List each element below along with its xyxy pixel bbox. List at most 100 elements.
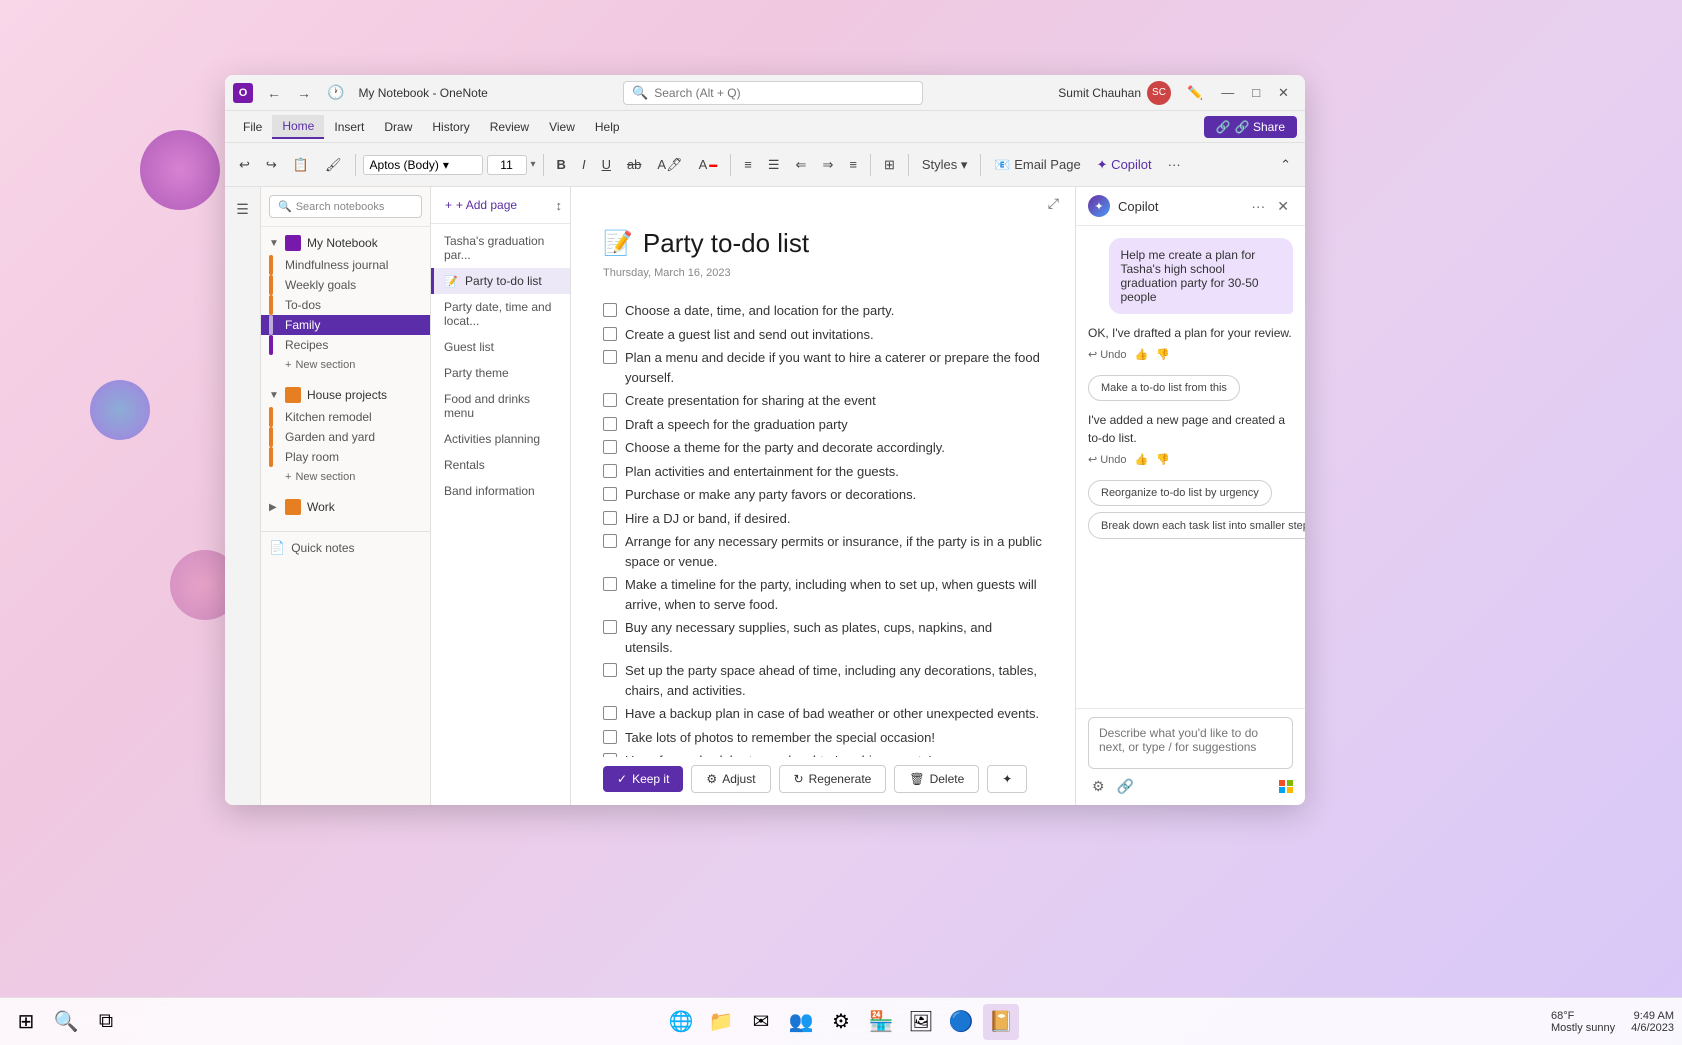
copilot-input[interactable] xyxy=(1088,717,1293,769)
taskbar-edge-icon[interactable]: 🌐 xyxy=(663,1004,699,1040)
underline-button[interactable]: U xyxy=(596,153,617,176)
todo-checkbox[interactable] xyxy=(603,620,617,634)
section-todos[interactable]: To-dos xyxy=(261,295,430,315)
minimize-button[interactable]: — xyxy=(1213,81,1242,104)
menu-home[interactable]: Home xyxy=(272,115,324,139)
copilot-close-button[interactable]: ✕ xyxy=(1273,196,1293,217)
todo-checkbox[interactable] xyxy=(603,487,617,501)
collapse-icon[interactable]: ⌃ xyxy=(1274,153,1297,177)
sparkle-button[interactable]: ✦ xyxy=(987,765,1027,793)
keep-button[interactable]: ✓ Keep it xyxy=(603,766,683,792)
thumbs-down-button-2[interactable]: 👎 xyxy=(1156,453,1170,466)
indent-button[interactable]: ⇒ xyxy=(816,153,839,177)
todo-checkbox[interactable] xyxy=(603,511,617,525)
todo-checkbox[interactable] xyxy=(603,303,617,317)
bullets-button[interactable]: ≡ xyxy=(738,153,758,176)
email-page-button[interactable]: 📧 Email Page xyxy=(988,153,1086,177)
todo-checkbox[interactable] xyxy=(603,534,617,548)
notebook-header-house[interactable]: ▼ House projects xyxy=(261,383,430,407)
taskbar-settings-icon[interactable]: ⚙ xyxy=(823,1004,859,1040)
font-color-button[interactable]: A▬ xyxy=(693,153,724,176)
font-size[interactable]: 11 xyxy=(487,155,527,175)
todo-checkbox[interactable] xyxy=(603,706,617,720)
taskbar-chrome-icon[interactable]: 🔵 xyxy=(943,1004,979,1040)
taskbar-mail-icon[interactable]: ✉ xyxy=(743,1004,779,1040)
todo-checkbox[interactable] xyxy=(603,327,617,341)
add-page-button[interactable]: + + Add page xyxy=(439,195,523,215)
todo-checkbox[interactable] xyxy=(603,417,617,431)
notebook-header-work[interactable]: ▶ Work xyxy=(261,495,430,519)
format-painter-button[interactable]: 🖌 xyxy=(319,153,348,177)
undo-button[interactable]: ↩ xyxy=(233,153,256,177)
todo-checkbox[interactable] xyxy=(603,393,617,407)
notebooks-search-box[interactable]: 🔍 Search notebooks xyxy=(269,195,422,218)
page-entry-todo[interactable]: 📝 Party to-do list xyxy=(431,268,570,294)
note-content[interactable]: Choose a date, time, and location for th… xyxy=(571,291,1075,757)
reorganize-button[interactable]: Reorganize to-do list by urgency xyxy=(1088,480,1272,506)
section-family[interactable]: Family xyxy=(261,315,430,335)
outdent-button[interactable]: ⇐ xyxy=(790,153,813,177)
attach-button[interactable]: 🔗 xyxy=(1113,776,1138,797)
taskbar-onenote-icon[interactable]: 📔 xyxy=(983,1004,1019,1040)
section-weekly-goals[interactable]: Weekly goals xyxy=(261,275,430,295)
numbered-button[interactable]: ☰ xyxy=(762,153,786,177)
page-entry-activities[interactable]: Activities planning xyxy=(431,426,570,452)
pen-button[interactable]: ✏️ xyxy=(1179,81,1211,105)
page-entry-rentals[interactable]: Rentals xyxy=(431,452,570,478)
taskbar-photos-icon[interactable]: 🖼 xyxy=(903,1004,939,1040)
strikethrough-button[interactable]: ab xyxy=(621,153,647,176)
todo-checkbox[interactable] xyxy=(603,440,617,454)
share-button[interactable]: 🔗 🔗 Share xyxy=(1204,116,1297,138)
menu-help[interactable]: Help xyxy=(585,116,630,138)
undo-button-1[interactable]: ↩ Undo xyxy=(1088,348,1127,361)
page-entry-tasha[interactable]: Tasha's graduation par... xyxy=(431,228,570,268)
collapse-button[interactable]: ⌃ xyxy=(1274,153,1297,177)
menu-view[interactable]: View xyxy=(539,116,585,138)
menu-review[interactable]: Review xyxy=(480,116,539,138)
close-button[interactable]: ✕ xyxy=(1270,81,1297,105)
thumbs-down-button-1[interactable]: 👎 xyxy=(1156,348,1170,361)
menu-insert[interactable]: Insert xyxy=(324,116,374,138)
align-button[interactable]: ≡ xyxy=(843,153,863,176)
page-entry-date[interactable]: Party date, time and locat... xyxy=(431,294,570,334)
todo-checkbox[interactable] xyxy=(603,730,617,744)
breakdown-button[interactable]: Break down each task list into smaller s… xyxy=(1088,512,1305,539)
history-button[interactable]: 🕐 xyxy=(321,80,350,105)
avatar[interactable]: SC xyxy=(1147,81,1171,105)
nav-menu-button[interactable]: ☰ xyxy=(229,195,257,223)
page-entry-guest[interactable]: Guest list xyxy=(431,334,570,360)
italic-button[interactable]: I xyxy=(576,153,592,176)
quick-notes[interactable]: 📄 Quick notes xyxy=(261,531,430,564)
maximize-button[interactable]: □ xyxy=(1244,81,1268,104)
taskbar-store-icon[interactable]: 🏪 xyxy=(863,1004,899,1040)
todo-checkbox[interactable] xyxy=(603,350,617,364)
adjust-button[interactable]: ⚙ Adjust xyxy=(691,765,770,793)
add-section-button-2[interactable]: + New section xyxy=(261,467,430,487)
thumbs-up-button-2[interactable]: 👍 xyxy=(1135,453,1149,466)
todo-checkbox[interactable] xyxy=(603,663,617,677)
back-button[interactable]: ← xyxy=(261,81,287,105)
taskbar-teams-icon[interactable]: 👥 xyxy=(783,1004,819,1040)
bold-button[interactable]: B xyxy=(551,153,572,176)
more-button[interactable]: ··· xyxy=(1162,153,1187,176)
note-title-text[interactable]: Party to-do list xyxy=(643,228,809,259)
delete-button[interactable]: 🗑 Delete xyxy=(894,765,979,793)
menu-history[interactable]: History xyxy=(422,116,479,138)
make-todo-button[interactable]: Make a to-do list from this xyxy=(1088,375,1240,401)
section-garden[interactable]: Garden and yard xyxy=(261,427,430,447)
highlight-button[interactable]: A🖊 xyxy=(651,153,688,177)
search-taskbar-button[interactable]: 🔍 xyxy=(48,1004,84,1040)
regenerate-button[interactable]: ↻ Regenerate xyxy=(779,765,887,793)
taskbar-explorer-icon[interactable]: 📁 xyxy=(703,1004,739,1040)
styles-button[interactable]: Styles ▾ xyxy=(916,153,974,177)
undo-button-2[interactable]: ↩ Undo xyxy=(1088,453,1127,466)
section-recipes[interactable]: Recipes xyxy=(261,335,430,355)
copilot-more-button[interactable]: ··· xyxy=(1247,196,1269,217)
taskview-button[interactable]: ⧉ xyxy=(88,1004,124,1040)
font-selector[interactable]: Aptos (Body) ▾ xyxy=(363,155,483,175)
tags-button[interactable]: ⊞ xyxy=(878,153,901,177)
notebook-header-my-notebook[interactable]: ▼ My Notebook xyxy=(261,231,430,255)
page-entry-theme[interactable]: Party theme xyxy=(431,360,570,386)
redo-button[interactable]: ↪ xyxy=(260,153,283,177)
global-search[interactable]: 🔍 xyxy=(623,81,923,105)
